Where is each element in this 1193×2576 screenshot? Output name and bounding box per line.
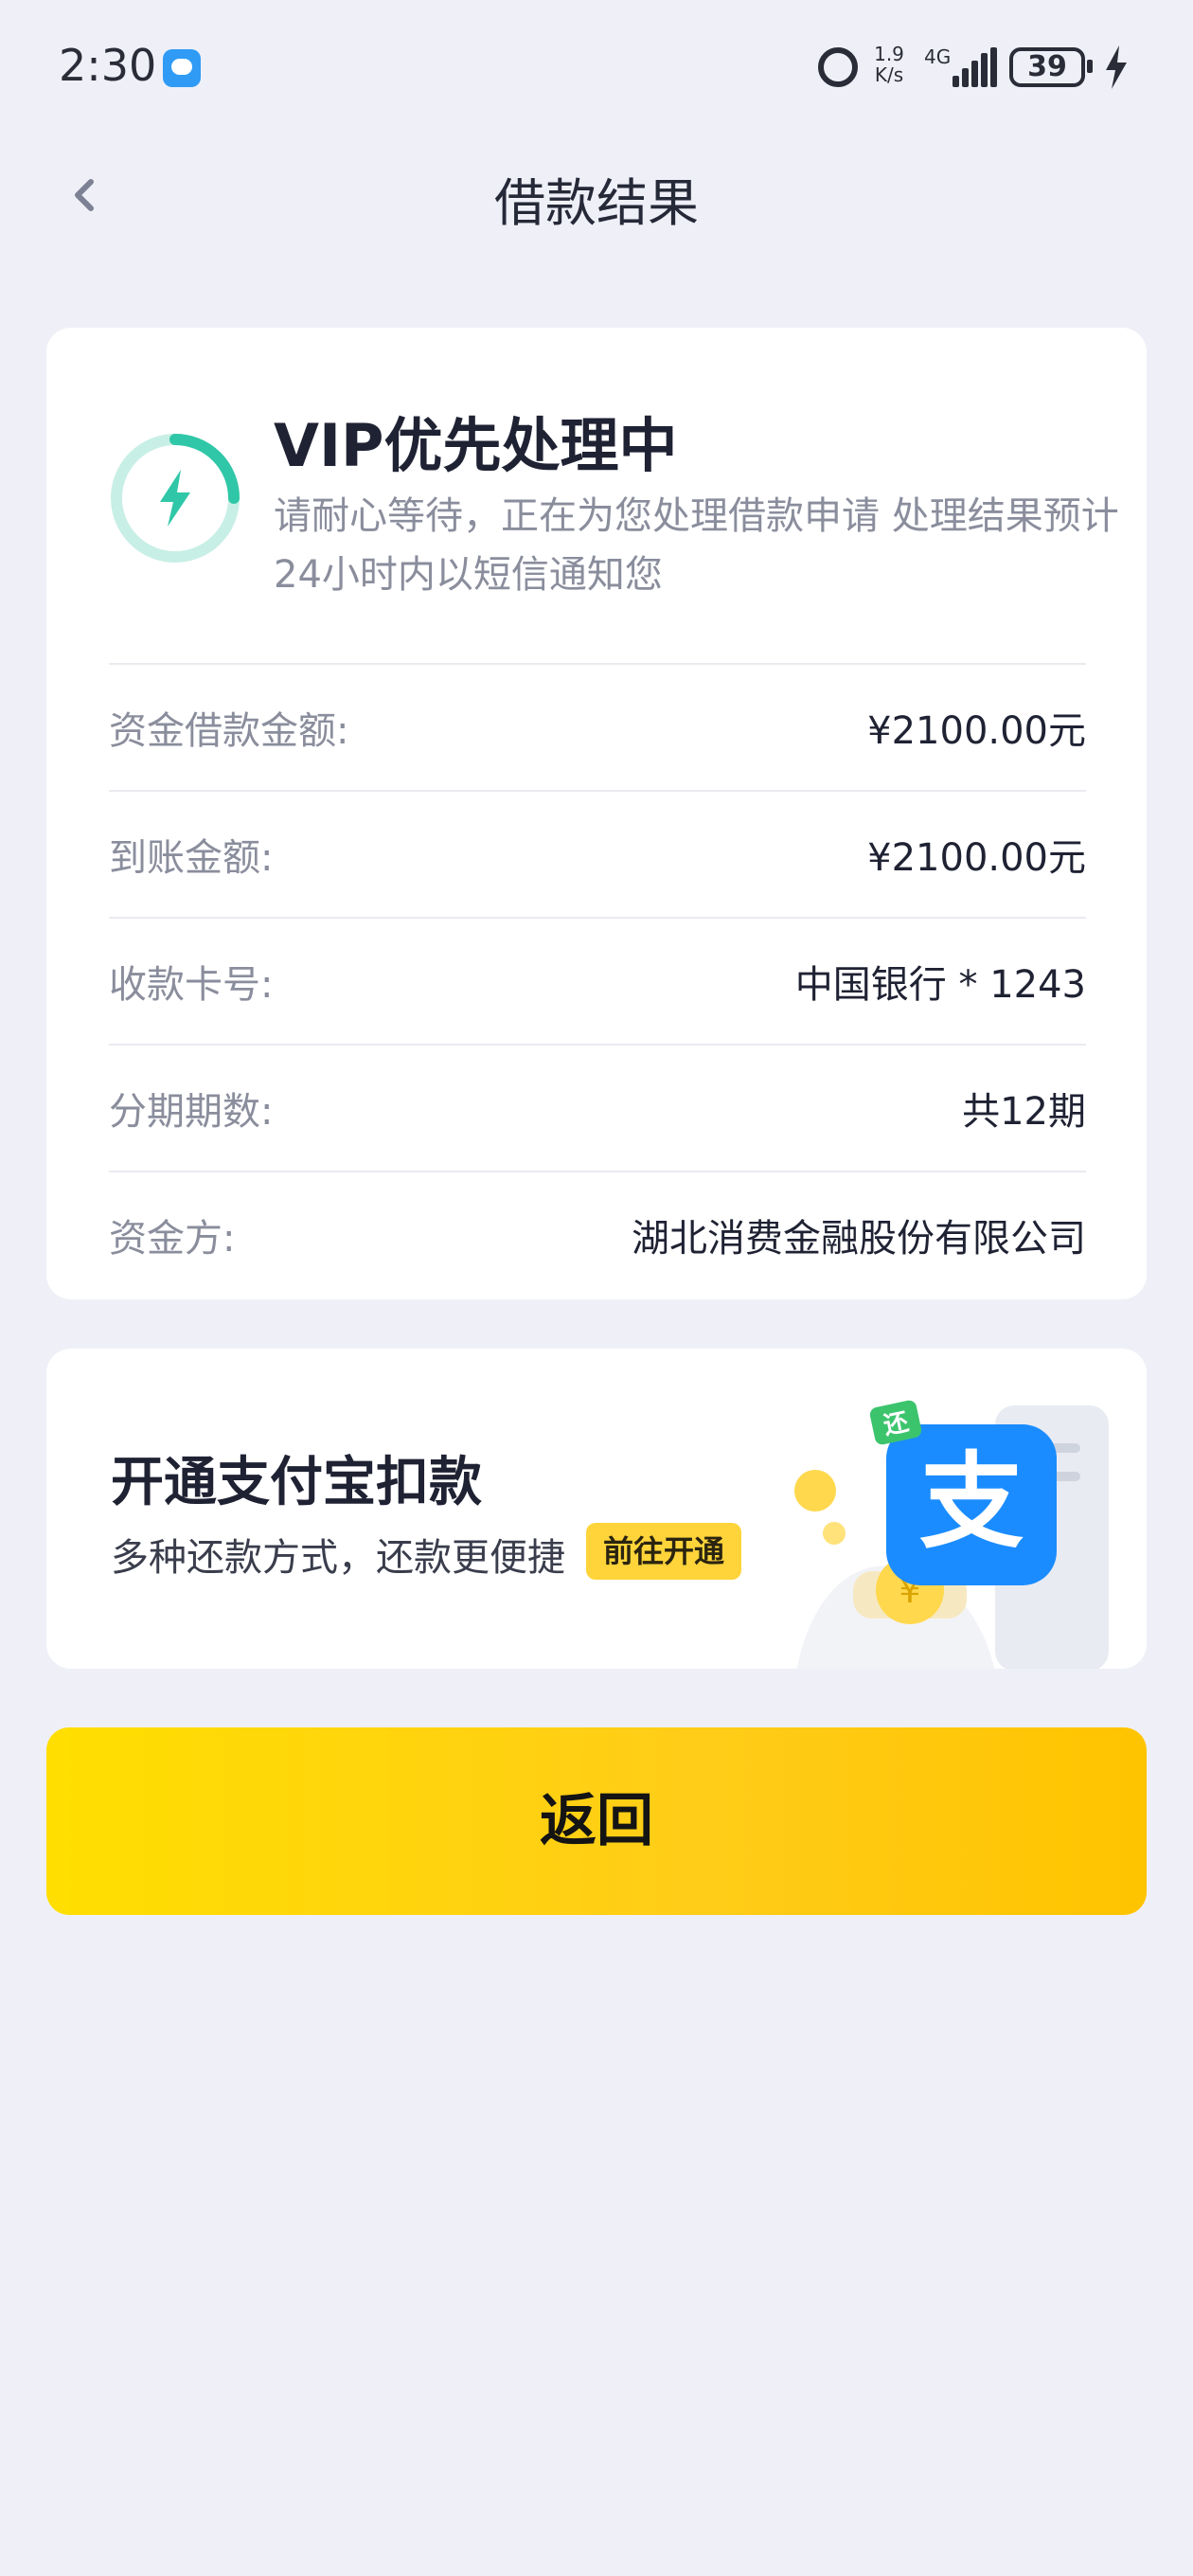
alipay-logo-char: 支: [919, 1441, 1024, 1563]
detail-row-received-amount: 到账金额: ¥2100.00元: [109, 790, 1086, 917]
enable-alipay-button[interactable]: 前往开通: [586, 1523, 742, 1580]
nav-bar: 借款结果: [0, 133, 1193, 256]
detail-label: 收款卡号:: [109, 963, 274, 1007]
page-title: 借款结果: [494, 173, 699, 233]
status-time: 2:30: [59, 40, 157, 91]
detail-label: 分期期数:: [109, 1090, 274, 1134]
alipay-autopay-card[interactable]: 开通支付宝扣款 多种还款方式，还款更便捷 前往开通 ¥ 支 还: [46, 1349, 1147, 1669]
detail-row-loan-amount: 资金借款金额: ¥2100.00元: [109, 663, 1086, 790]
message-notification-icon: [163, 49, 201, 87]
loan-result-card: VIP优先处理中 请耐心等待，正在为您处理借款申请 处理结果预计24小时内以短信…: [46, 328, 1147, 1299]
detail-value: ¥2100.00元: [867, 836, 1086, 880]
charging-icon: [1106, 45, 1127, 89]
processing-lightning-icon: [111, 434, 240, 563]
detail-label: 到账金额:: [109, 836, 274, 880]
network-speed: 1.9 K/s: [870, 44, 908, 85]
alipay-subtitle: 多种还款方式，还款更便捷: [111, 1536, 565, 1580]
status-bar: 2:30 1.9 K/s 4G 39: [0, 0, 1193, 133]
network-type: 4G: [924, 45, 952, 68]
detail-label: 资金方:: [109, 1217, 236, 1261]
detail-row-installments: 分期期数: 共12期: [109, 1044, 1086, 1171]
network-speed-value: 1.9: [874, 43, 904, 65]
detail-value: 湖北消费金融股份有限公司: [632, 1217, 1086, 1261]
status-title: VIP优先处理中: [274, 411, 678, 480]
return-button[interactable]: 返回: [46, 1727, 1147, 1915]
loan-detail-list: 资金借款金额: ¥2100.00元 到账金额: ¥2100.00元 收款卡号: …: [109, 663, 1086, 1297]
detail-label: 资金借款金额:: [109, 709, 349, 753]
signal-icon: [953, 47, 997, 87]
alipay-illustration-icon: ¥ 支 还: [794, 1400, 1109, 1669]
detail-row-card-number: 收款卡号: 中国银行 * 1243: [109, 917, 1086, 1044]
detail-value: 共12期: [962, 1090, 1086, 1134]
network-speed-unit: K/s: [874, 63, 904, 86]
alarm-icon: [818, 47, 858, 87]
status-description: 请耐心等待，正在为您处理借款申请 处理结果预计24小时内以短信通知您: [274, 494, 1119, 597]
battery-level: 39: [1009, 47, 1085, 87]
alipay-title: 开通支付宝扣款: [111, 1452, 482, 1513]
battery-cap: [1087, 60, 1093, 73]
detail-row-lender: 资金方: 湖北消费金融股份有限公司: [109, 1171, 1086, 1297]
detail-value: 中国银行 * 1243: [794, 963, 1086, 1007]
detail-value: ¥2100.00元: [867, 709, 1086, 753]
